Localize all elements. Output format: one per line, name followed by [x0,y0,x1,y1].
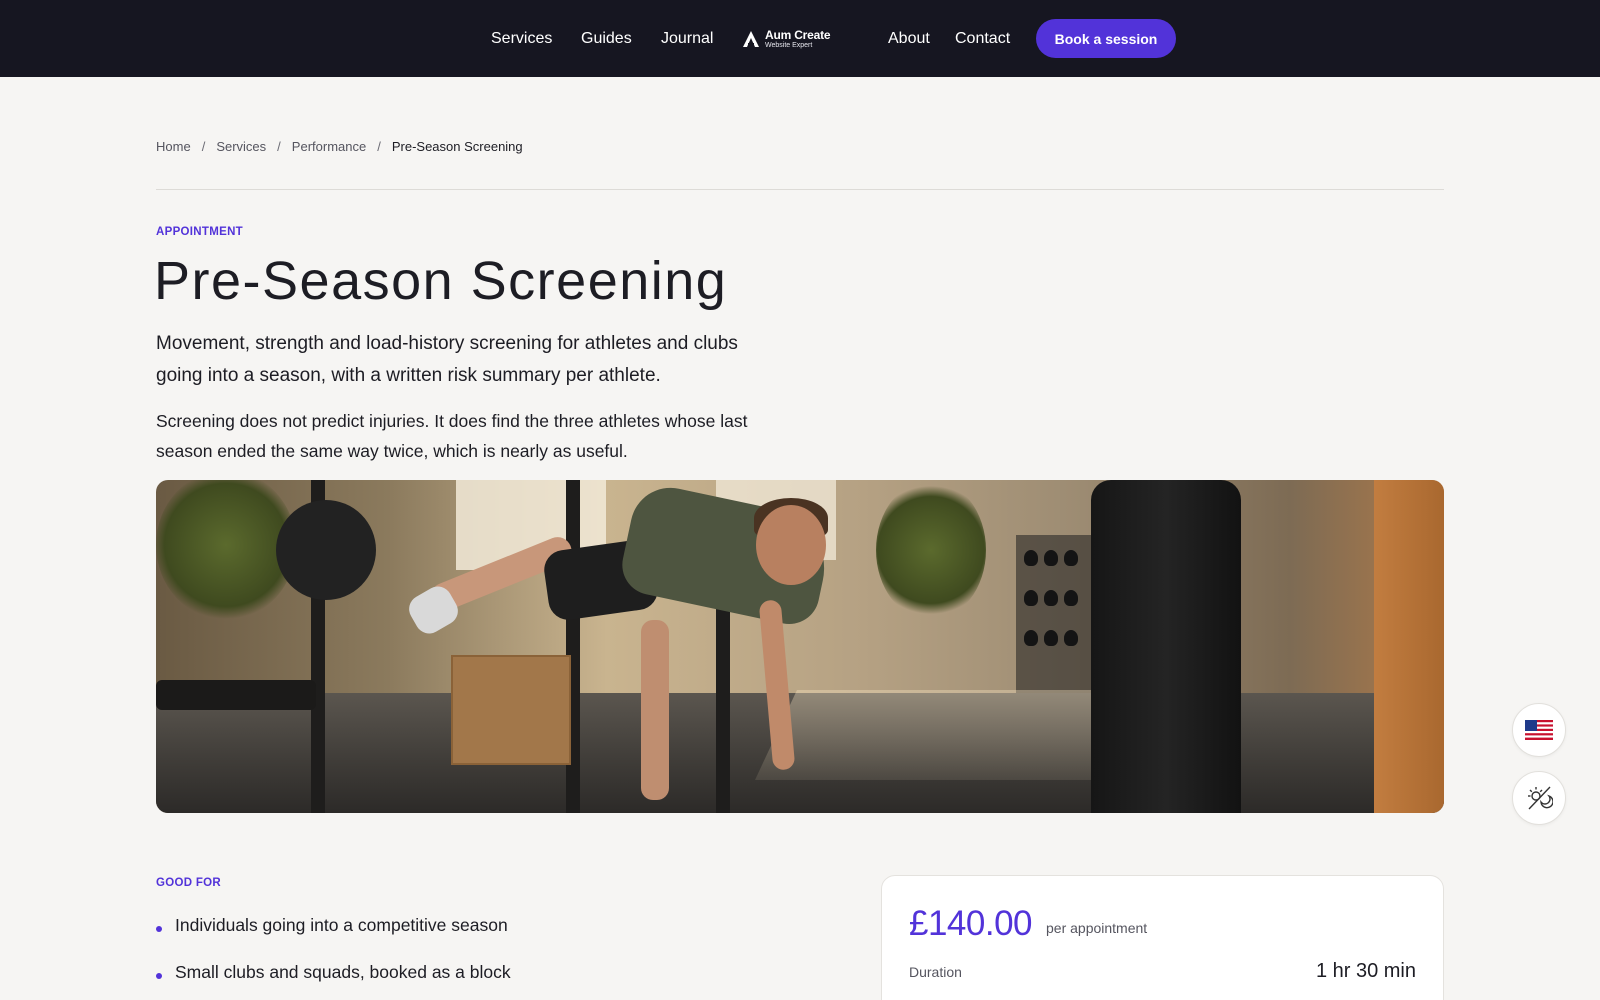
duration-label: Duration [909,964,962,980]
logo-mark-icon [743,31,759,47]
good-for-eyebrow: GOOD FOR [156,877,222,889]
theme-toggle-icon [1528,786,1553,810]
logo-subtitle: Website Expert [765,42,813,49]
price-unit: per appointment [1046,920,1148,936]
breadcrumb-separator: / [377,139,381,154]
section-divider [156,189,1444,190]
theme-toggle-button[interactable] [1512,771,1566,825]
nav-link-about[interactable]: About [888,29,930,49]
nav-link-contact[interactable]: Contact [955,29,1010,49]
breadcrumb-performance[interactable]: Performance [292,139,366,154]
language-button[interactable] [1512,703,1566,757]
price-card: £140.00 per appointment Duration 1 hr 30… [881,875,1444,1000]
book-session-button[interactable]: Book a session [1036,19,1176,58]
page-title: Pre-Season Screening [154,251,728,311]
hero-image [156,480,1444,813]
nav-link-journal[interactable]: Journal [661,29,713,49]
lead-paragraph: Movement, strength and load-history scre… [156,333,738,386]
list-item: Small clubs and squads, booked as a bloc… [156,961,511,983]
price-value: £140.00 [909,904,1033,943]
appointment-eyebrow: APPOINTMENT [156,226,243,238]
brand-logo[interactable]: Aum Create Website Expert [741,27,831,51]
breadcrumb-current: Pre-Season Screening [391,139,523,154]
logo-title: Aum Create [765,28,831,42]
nav-link-guides[interactable]: Guides [581,29,632,49]
good-for-list: Individuals going into a competitive sea… [156,914,511,1000]
breadcrumb-separator: / [277,139,281,154]
breadcrumb-home[interactable]: Home [156,139,191,154]
body-paragraph: Screening does not predict injuries. It … [156,411,748,461]
duration-value: 1 hr 30 min [1315,960,1416,982]
nav-link-services[interactable]: Services [491,29,552,49]
breadcrumb: Home / Services / Performance / Pre-Seas… [156,139,523,154]
list-item: Individuals going into a competitive sea… [156,914,511,936]
top-navigation: Services Guides Journal Aum Create Websi… [0,0,1600,77]
breadcrumb-services[interactable]: Services [216,139,266,154]
us-flag-icon [1525,720,1553,740]
breadcrumb-separator: / [201,139,206,154]
